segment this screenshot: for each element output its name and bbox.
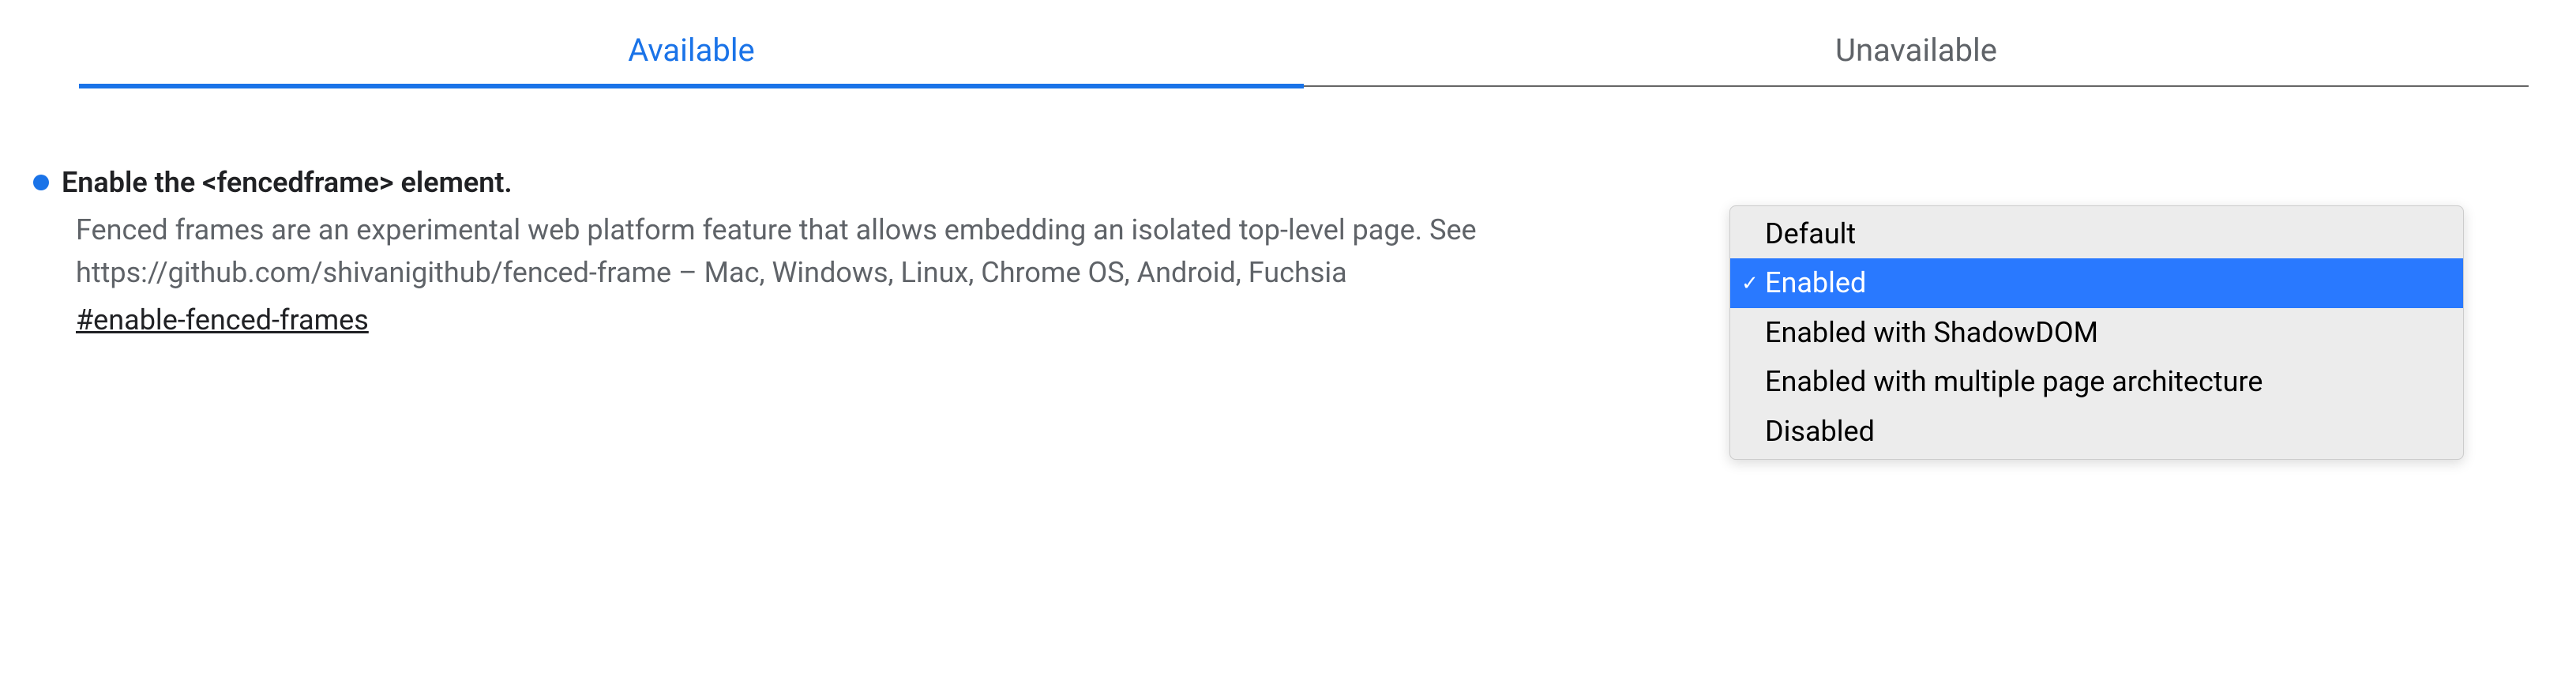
dropdown-option-mparch[interactable]: Enabled with multiple page architecture	[1730, 357, 2463, 406]
flag-state-dropdown[interactable]: Default ✓ Enabled Enabled with ShadowDOM…	[1729, 205, 2464, 460]
flag-anchor-link[interactable]: #enable-fenced-frames	[76, 303, 369, 337]
flag-description: Fenced frames are an experimental web pl…	[76, 209, 1695, 294]
dropdown-option-label: Enabled	[1765, 266, 1866, 299]
modified-indicator-icon	[33, 175, 49, 190]
tabs-container: Available Unavailable	[79, 0, 2529, 87]
flag-title: Enable the <fencedframe> element.	[62, 166, 513, 199]
dropdown-option-default[interactable]: Default	[1730, 206, 2463, 258]
flag-title-row: Enable the <fencedframe> element.	[32, 166, 2544, 199]
dropdown-option-disabled[interactable]: Disabled	[1730, 407, 2463, 459]
dropdown-option-shadowdom[interactable]: Enabled with ShadowDOM	[1730, 308, 2463, 357]
tab-available[interactable]: Available	[79, 0, 1304, 85]
dropdown-option-enabled[interactable]: ✓ Enabled	[1730, 258, 2463, 307]
checkmark-icon: ✓	[1741, 269, 1759, 297]
flag-item: Enable the <fencedframe> element. Fenced…	[0, 166, 2576, 337]
tab-unavailable[interactable]: Unavailable	[1304, 0, 2529, 85]
